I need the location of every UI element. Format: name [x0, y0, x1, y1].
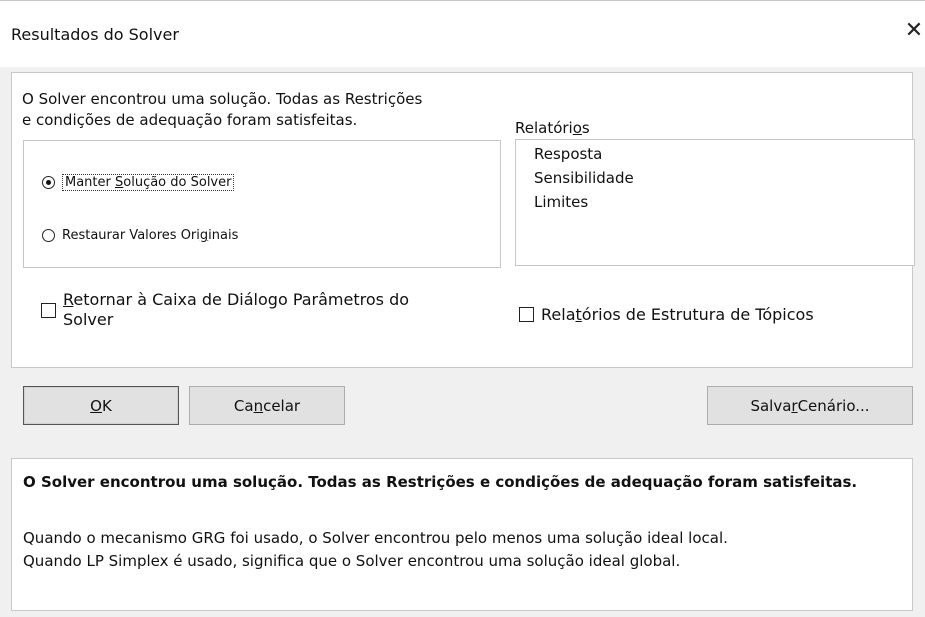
result-message: O Solver encontrou uma solução. Todas as… [22, 89, 422, 131]
keep-solution-radio[interactable] [42, 176, 55, 189]
help-panel: O Solver encontrou uma solução. Todas as… [11, 458, 913, 611]
help-title: O Solver encontrou uma solução. Todas as… [23, 473, 858, 491]
result-message-line1: O Solver encontrou uma solução. Todas as… [22, 90, 423, 108]
options-panel: O Solver encontrou uma solução. Todas as… [11, 72, 915, 368]
help-line-1: Quando o mecanismo GRG foi usado, o Solv… [23, 529, 728, 547]
report-item-resposta[interactable]: Resposta [534, 145, 602, 163]
return-dialog-checkbox[interactable] [41, 303, 56, 318]
solver-results-dialog: Resultados do Solver ✕ O Solver encontro… [0, 0, 925, 617]
cancel-button[interactable]: Ca n celar [189, 386, 345, 425]
return-dialog-option[interactable]: Retornar à Caixa de Diálogo Parâmetros d… [41, 290, 409, 330]
outline-reports-checkbox[interactable] [519, 307, 534, 322]
keep-solution-option[interactable]: Manter Solução do Solver [42, 174, 235, 191]
restore-values-radio[interactable] [42, 229, 55, 242]
report-item-limites[interactable]: Limites [534, 193, 588, 211]
return-dialog-label: Retornar à Caixa de Diálogo Parâmetros d… [63, 290, 410, 329]
close-icon[interactable]: ✕ [902, 19, 925, 43]
window-title: Resultados do Solver [11, 25, 179, 44]
ok-button[interactable]: OK [23, 386, 179, 425]
reports-label: Relatórios [515, 119, 590, 137]
save-scenario-button[interactable]: Salva r Cenário... [707, 386, 913, 425]
report-item-sensibilidade[interactable]: Sensibilidade [534, 169, 634, 187]
help-line-2: Quando LP Simplex é usado, significa que… [23, 552, 681, 570]
solution-options-group: Manter Solução do Solver Restaurar Valor… [23, 140, 501, 268]
outline-reports-label: Relatórios de Estrutura de Tópicos [541, 305, 814, 324]
result-message-line2: e condições de adequação foram satisfeit… [22, 111, 358, 129]
outline-reports-option[interactable]: Relatórios de Estrutura de Tópicos [519, 305, 814, 325]
reports-listbox[interactable]: Resposta Sensibilidade Limites [515, 139, 915, 266]
restore-values-option[interactable]: Restaurar Valores Originais [42, 228, 238, 243]
title-bar: Resultados do Solver ✕ [0, 0, 925, 67]
restore-values-label: Restaurar Valores Originais [62, 228, 239, 243]
keep-solution-label: Manter Solução do Solver [62, 174, 235, 191]
